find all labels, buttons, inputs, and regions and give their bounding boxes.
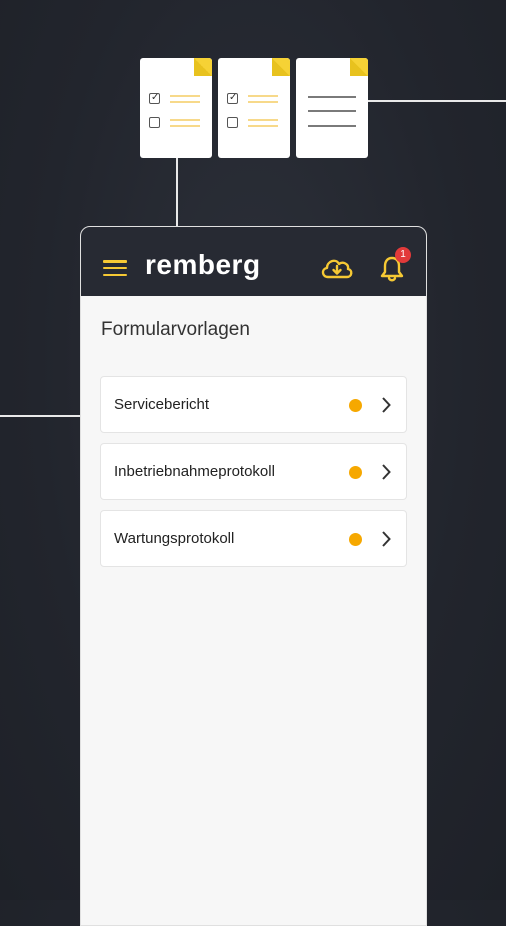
text-document-illustration — [296, 58, 368, 158]
hamburger-menu-icon[interactable] — [103, 260, 127, 278]
notification-badge: 1 — [395, 247, 411, 263]
list-item-label: Inbetriebnahmeprotokoll — [114, 463, 275, 480]
list-item-inbetriebnahmeprotokoll[interactable]: Inbetriebnahmeprotokoll — [100, 443, 407, 500]
status-dot — [349, 399, 362, 412]
list-item-servicebericht[interactable]: Servicebericht — [100, 376, 407, 433]
chevron-right-icon — [380, 463, 392, 486]
app-bar: remberg 1 — [81, 227, 426, 296]
chevron-right-icon — [380, 530, 392, 553]
checklist-document-illustration: ✓ — [218, 58, 290, 158]
chevron-right-icon — [380, 396, 392, 419]
status-dot — [349, 533, 362, 546]
app-brand: remberg — [145, 249, 261, 280]
cloud-download-icon[interactable] — [319, 255, 355, 286]
list-item-wartungsprotokoll[interactable]: Wartungsprotokoll — [100, 510, 407, 567]
connector-line-top — [367, 100, 506, 102]
phone-screen: remberg 1 Formularvorlagen Serviceberich… — [80, 226, 427, 926]
status-dot — [349, 466, 362, 479]
list-item-label: Servicebericht — [114, 396, 210, 413]
connector-line-left — [0, 415, 81, 417]
list-item-label: Wartungsprotokoll — [114, 530, 235, 547]
page-title: Formularvorlagen — [101, 319, 250, 340]
connector-line-vertical — [176, 158, 178, 226]
checklist-document-illustration: ✓ — [140, 58, 212, 158]
